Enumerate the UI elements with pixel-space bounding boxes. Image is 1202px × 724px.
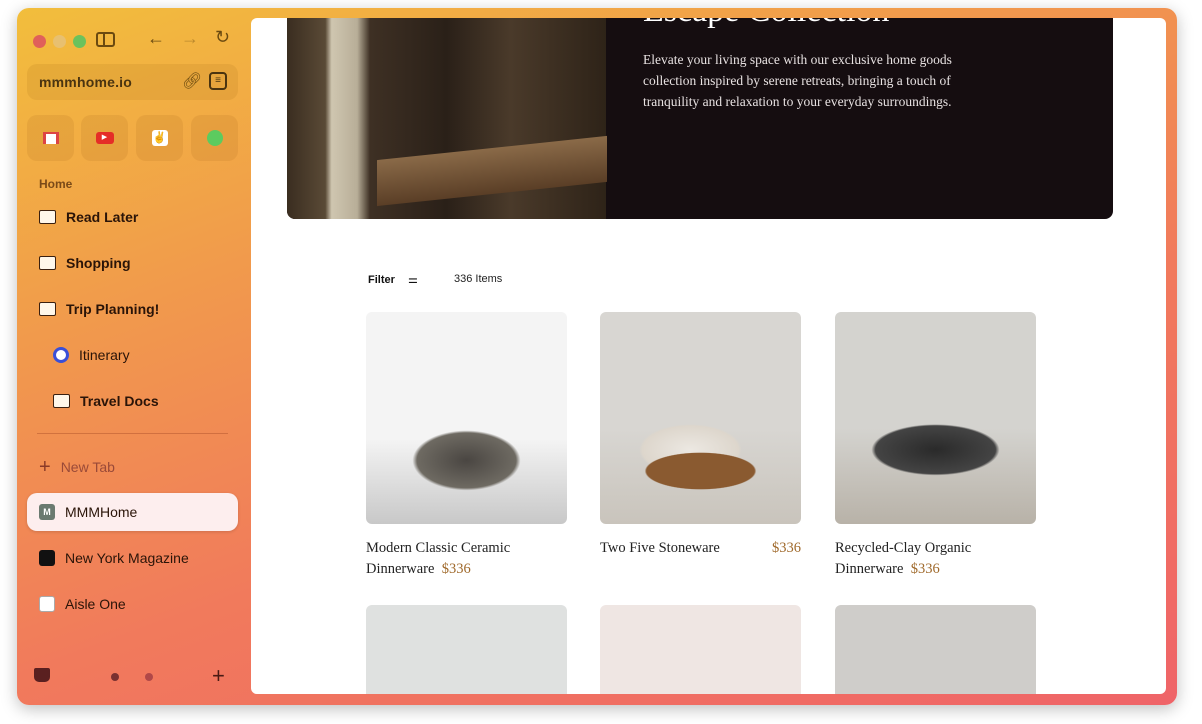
peace-hand-icon: ✌ [151,130,168,146]
favorite-peace[interactable]: ✌ [136,115,183,161]
divider [37,433,228,434]
folder-shopping[interactable]: Shopping [27,244,238,282]
space-dot-1[interactable] [111,673,119,681]
mmmhome-icon: M [39,504,55,520]
product-image[interactable] [366,605,567,694]
favorite-spotify[interactable] [191,115,238,161]
minimize-window-button[interactable] [53,35,66,48]
back-icon[interactable]: ← [147,28,165,49]
product-name: Recycled-Clay Organic Dinnerware [835,540,972,577]
hero-title: Escape Collection [643,18,889,30]
favorite-gmail[interactable] [27,115,74,161]
youtube-icon: ▶ [95,132,114,144]
link-icon[interactable]: 🔗︎ [182,71,202,91]
product-name: Two Five Stoneware [600,540,720,556]
product-image[interactable] [600,312,801,524]
url-bar[interactable]: mmmhome.io 🔗︎ ≡ [27,64,238,100]
reload-icon[interactable]: ↻ [215,27,230,48]
filter-sliders-icon: ⚌ [407,274,418,286]
product-card[interactable]: Two Five Stoneware $336 [600,312,801,559]
tab-itinerary[interactable]: Itinerary [27,336,238,374]
tab-aisle-one[interactable]: Aisle One [27,585,238,623]
hero-banner: Escape Collection Elevate your living sp… [287,18,1113,219]
product-card[interactable]: Recycled-Clay Organic Dinnerware $336 [835,312,1036,580]
product-price: $336 [772,540,801,556]
url-text: mmmhome.io [39,74,133,90]
open-folder-icon [39,302,56,316]
favorite-youtube[interactable]: ▶ [81,115,128,161]
maximize-window-button[interactable] [73,35,86,48]
folder-travel-docs[interactable]: Travel Docs [27,382,238,420]
product-image[interactable] [600,605,801,694]
item-count: 336 Items [454,273,503,285]
product-price: $336 [441,561,471,577]
library-icon[interactable] [34,668,50,682]
space-dot-2[interactable] [145,673,153,681]
plus-icon: + [39,455,51,478]
product-image[interactable] [835,605,1036,694]
product-card[interactable] [600,605,801,694]
hero-text: Elevate your living space with our exclu… [643,52,952,109]
itinerary-icon [53,347,69,363]
forward-icon[interactable]: → [181,28,199,49]
web-content: Escape Collection Elevate your living sp… [251,18,1166,694]
add-space-icon[interactable]: + [212,663,225,689]
nymag-icon [39,550,55,566]
folder-icon [53,394,70,408]
folder-read-later[interactable]: Read Later [27,198,238,236]
product-card[interactable] [835,605,1036,694]
tab-mmmhome[interactable]: M MMMHome [27,493,238,531]
folder-trip-planning[interactable]: Trip Planning! [27,290,238,328]
folder-icon [39,256,56,270]
product-name: Modern Classic Ceramic Dinnerware [366,540,511,577]
browser-window: ← → ↻ mmmhome.io 🔗︎ ≡ ▶ ✌ Home Read Late… [17,8,1177,705]
tab-new-york-magazine[interactable]: New York Magazine [27,539,238,577]
new-tab-button[interactable]: + New Tab [27,448,238,486]
product-image[interactable] [366,312,567,524]
product-card[interactable]: Modern Classic Ceramic Dinnerware $336 [366,312,567,580]
kitchen-image [287,18,607,219]
folder-icon [39,210,56,224]
sidebar-toggle-icon[interactable] [96,32,115,47]
section-label: Home [39,177,73,191]
product-card[interactable] [366,605,567,694]
aisle-one-icon [39,596,55,612]
filter-button[interactable]: Filter ⚌ [368,273,418,286]
spotify-icon [206,130,223,146]
close-window-button[interactable] [33,35,46,48]
settings-sliders-icon[interactable]: ≡ [209,72,227,90]
product-price: $336 [910,561,940,577]
gmail-icon [42,132,59,144]
product-image[interactable] [835,312,1036,524]
